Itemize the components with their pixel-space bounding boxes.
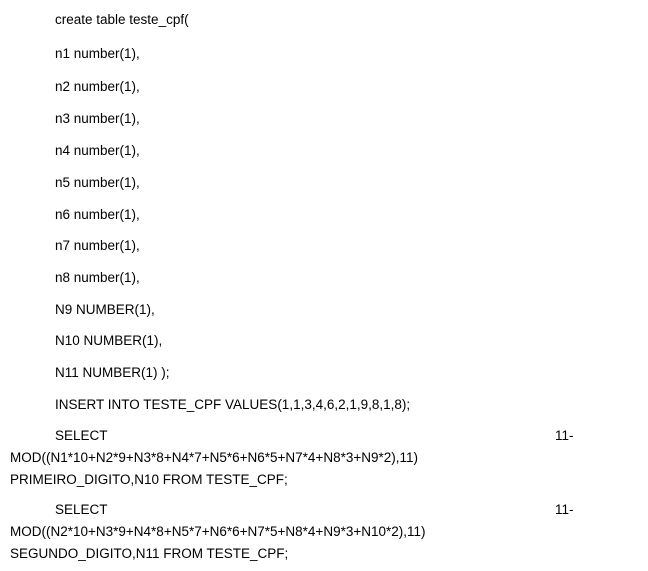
sql-line-n4: n4 number(1), [55, 143, 140, 158]
sql-line-n1: n1 number(1), [55, 46, 140, 61]
query2-select-keyword: SELECT [55, 502, 108, 517]
sql-line-n7: n7 number(1), [55, 238, 140, 253]
query1-from-clause: PRIMEIRO_DIGITO,N10 FROM TESTE_CPF; [10, 472, 288, 487]
sql-line-n3: n3 number(1), [55, 111, 140, 126]
query1-mod-expression: MOD((N1*10+N2*9+N3*8+N4*7+N5*6+N6*5+N7*4… [10, 450, 418, 465]
query2-number: 11- [555, 502, 574, 517]
query1-number: 11- [555, 428, 574, 443]
sql-line-n11: N11 NUMBER(1) ); [55, 365, 170, 380]
query2-from-clause: SEGUNDO_DIGITO,N11 FROM TESTE_CPF; [10, 546, 289, 561]
sql-line-n9: N9 NUMBER(1), [55, 302, 155, 317]
sql-line-n2: n2 number(1), [55, 79, 140, 94]
sql-line-n10: N10 NUMBER(1), [55, 333, 163, 348]
sql-line-create-table: create table teste_cpf( [55, 12, 189, 27]
sql-line-insert: INSERT INTO TESTE_CPF VALUES(1,1,3,4,6,2… [55, 397, 411, 412]
sql-line-n6: n6 number(1), [55, 207, 140, 222]
document-page: create table teste_cpf( n1 number(1), n2… [0, 0, 648, 571]
sql-line-n8: n8 number(1), [55, 270, 140, 285]
sql-line-n5: n5 number(1), [55, 175, 140, 190]
query2-mod-expression: MOD((N2*10+N3*9+N4*8+N5*7+N6*6+N7*5+N8*4… [10, 524, 426, 539]
query1-select-keyword: SELECT [55, 428, 108, 443]
